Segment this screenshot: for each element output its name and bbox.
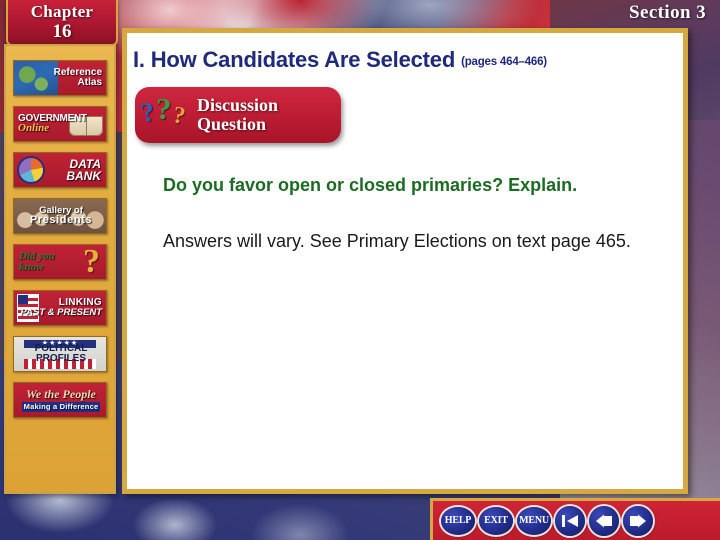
sidebar-item-gallery-of-presidents-line2: Presidents — [29, 214, 93, 227]
sidebar-panel: Reference Atlas GOVERNMENT Online DATA B… — [4, 44, 116, 494]
exit-button[interactable]: EXIT — [479, 506, 513, 535]
sidebar-item-government-online[interactable]: GOVERNMENT Online — [13, 106, 107, 142]
sidebar-item-we-the-people-line2: Making a Difference — [22, 402, 100, 412]
sidebar-item-linking-line2: PAST & PRESENT — [20, 307, 102, 319]
first-slide-icon[interactable] — [555, 505, 585, 536]
sidebar-item-government-online-line2: Online — [18, 121, 50, 134]
sidebar-item-political-profiles[interactable]: ★★★★★ POLITICAL PROFILES — [13, 336, 107, 372]
sidebar-item-we-the-people-line1: We the People — [26, 387, 96, 402]
help-button[interactable]: HELP — [441, 506, 475, 535]
sidebar-item-we-the-people[interactable]: We the People Making a Difference — [13, 382, 107, 418]
menu-button[interactable]: MENU — [517, 506, 551, 535]
question-marks-icon: ? ? ? — [137, 91, 188, 130]
sidebar-item-political-profiles-line2: PROFILES — [35, 353, 86, 364]
sidebar-item-data-bank-line2: BANK — [66, 169, 101, 183]
page-title-text: I. How Candidates Are Selected — [133, 47, 456, 72]
discussion-question-banner: ? ? ? Discussion Question — [135, 87, 341, 143]
discussion-banner-line1: Discussion — [197, 94, 279, 115]
section-label: Section 3 — [629, 2, 706, 23]
sidebar-item-did-you-know-line2: know — [19, 261, 44, 273]
discussion-question-text: Do you favor open or closed primaries? E… — [163, 175, 578, 195]
chapter-word: Chapter — [30, 2, 94, 21]
previous-slide-icon[interactable] — [589, 505, 619, 536]
sidebar-item-reference-atlas[interactable]: Reference Atlas — [13, 60, 107, 96]
slide-canvas: Chapter 16 Section 3 Reference Atlas GOV… — [0, 0, 720, 540]
chapter-number: 16 — [52, 21, 72, 42]
sidebar-item-data-bank[interactable]: DATA BANK — [13, 152, 107, 188]
sidebar-item-did-you-know[interactable]: ? Did you know — [13, 244, 107, 280]
sidebar-item-linking-past-and-present[interactable]: LINKING PAST & PRESENT — [13, 290, 107, 326]
discussion-banner-line2: Question — [197, 114, 267, 134]
page-reference: (pages 464–466) — [461, 56, 547, 68]
content-panel: I. How Candidates Are Selected (pages 464… — [122, 28, 688, 494]
next-slide-icon[interactable] — [623, 505, 653, 536]
page-title: I. How Candidates Are Selected (pages 464… — [133, 47, 675, 73]
navigation-bar: HELP EXIT MENU — [430, 498, 720, 540]
discussion-answer-text: Answers will vary. See Primary Elections… — [163, 231, 631, 251]
chapter-banner: Chapter 16 — [6, 0, 118, 46]
sidebar-item-gallery-of-presidents[interactable]: Gallery of Presidents — [13, 198, 107, 234]
sidebar-item-reference-atlas-line2: Atlas — [77, 77, 102, 88]
